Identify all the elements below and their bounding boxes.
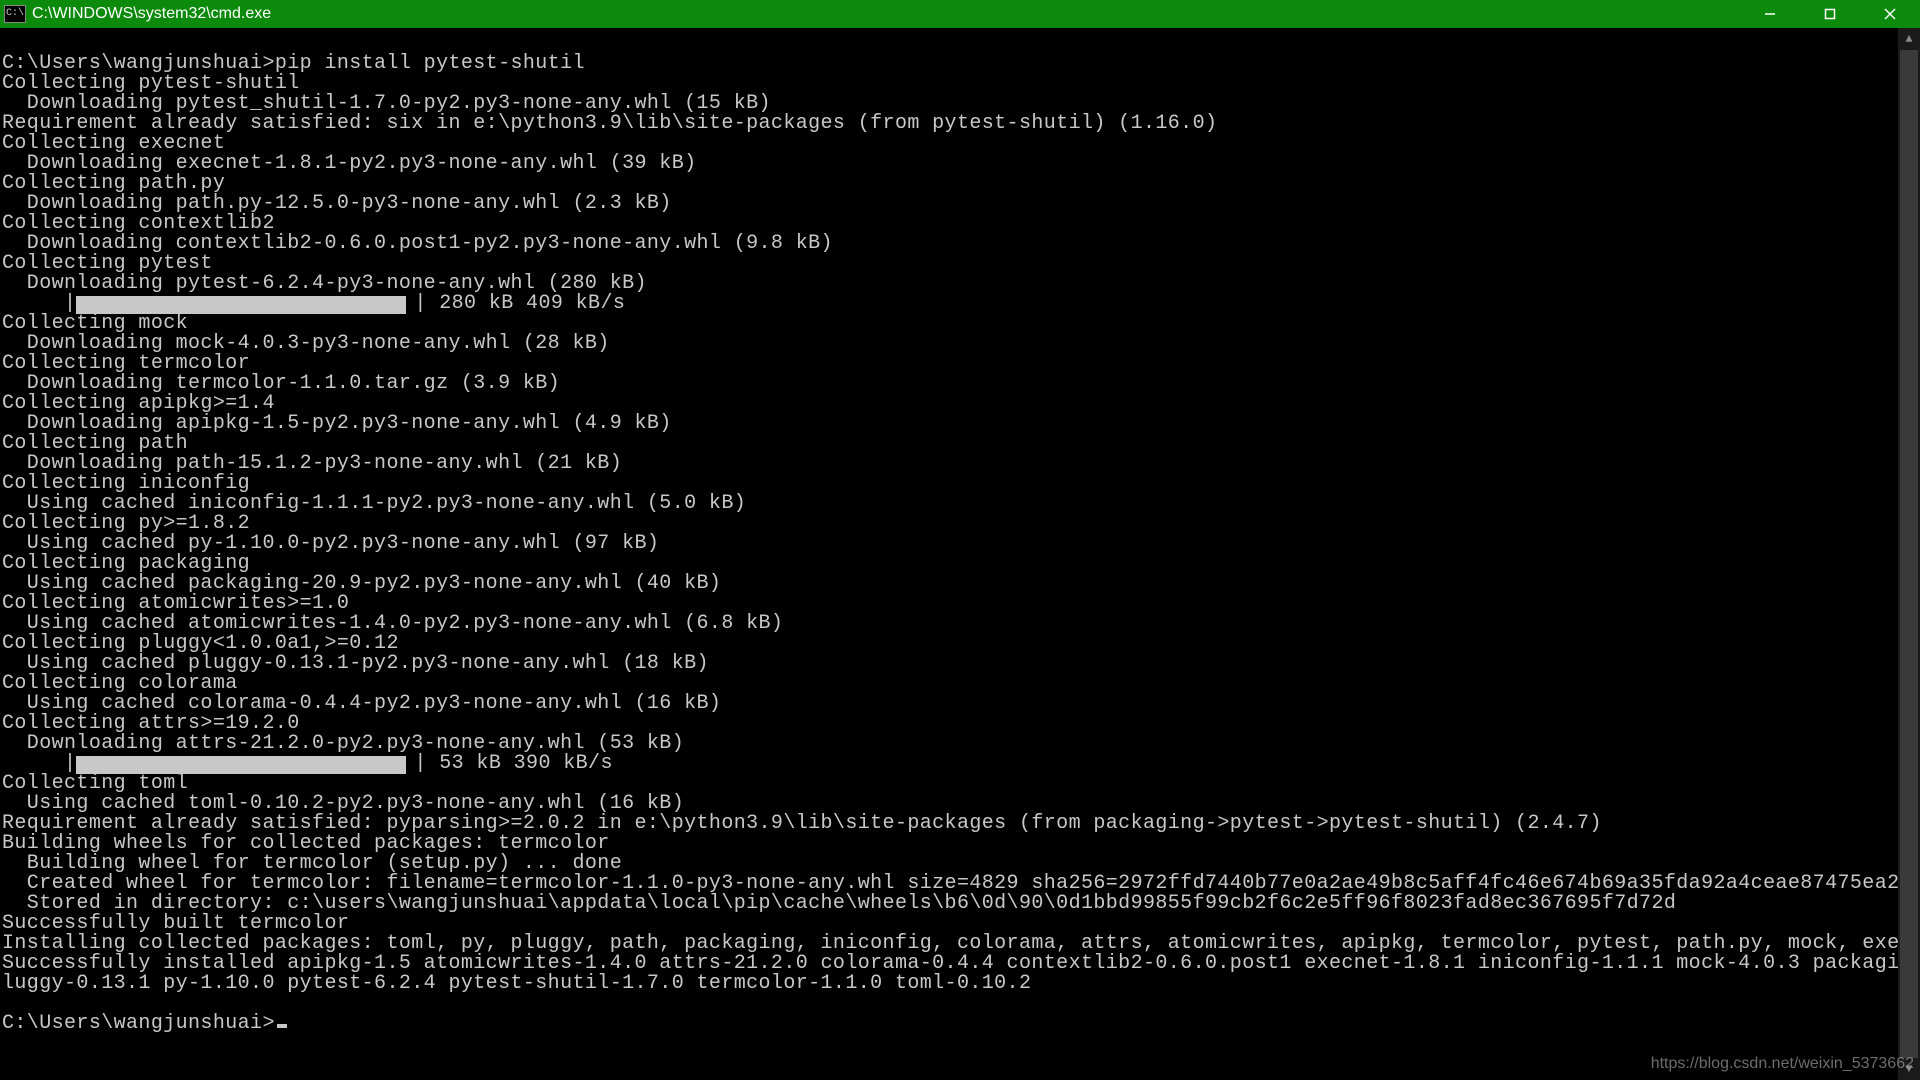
output-line: Using cached iniconfig-1.1.1-py2.py3-non… — [2, 494, 1918, 514]
app-icon: C:\ — [4, 5, 26, 23]
output-line: Collecting atomicwrites>=1.0 — [2, 594, 1918, 614]
output-line: Downloading execnet-1.8.1-py2.py3-none-a… — [2, 154, 1918, 174]
output-line: Downloading path-15.1.2-py3-none-any.whl… — [2, 454, 1918, 474]
output-line: Collecting termcolor — [2, 354, 1918, 374]
output-line: Collecting pytest-shutil — [2, 74, 1918, 94]
watermark-text: https://blog.csdn.net/weixin_5373662 — [1651, 1054, 1914, 1074]
output-line: Collecting py>=1.8.2 — [2, 514, 1918, 534]
output-line: Downloading contextlib2-0.6.0.post1-py2.… — [2, 234, 1918, 254]
output-line: Successfully built termcolor — [2, 914, 1918, 934]
prompt-line: C:\Users\wangjunshuai>pip install pytest… — [2, 54, 1918, 74]
output-line: Successfully installed apipkg-1.5 atomic… — [2, 954, 1918, 974]
close-button[interactable] — [1860, 0, 1920, 28]
scroll-track[interactable] — [1898, 50, 1920, 1058]
progress-bar-fill — [76, 296, 406, 314]
output-line: Collecting pytest — [2, 254, 1918, 274]
output-line: Using cached py-1.10.0-py2.py3-none-any.… — [2, 534, 1918, 554]
progress-prefix: | — [2, 294, 76, 314]
output-line: luggy-0.13.1 py-1.10.0 pytest-6.2.4 pyte… — [2, 974, 1918, 994]
blank-line — [2, 994, 1918, 1014]
vertical-scrollbar[interactable]: ▲ ▼ — [1898, 28, 1920, 1080]
output-line: Collecting toml — [2, 774, 1918, 794]
progress-bar-pytest: | | 280 kB 409 kB/s — [2, 294, 1918, 314]
output-line: Requirement already satisfied: pyparsing… — [2, 814, 1918, 834]
output-line: Created wheel for termcolor: filename=te… — [2, 874, 1918, 894]
output-line: Collecting iniconfig — [2, 474, 1918, 494]
window-title: C:\WINDOWS\system32\cmd.exe — [32, 4, 271, 24]
output-line: Using cached pluggy-0.13.1-py2.py3-none-… — [2, 654, 1918, 674]
output-line: Using cached colorama-0.4.4-py2.py3-none… — [2, 694, 1918, 714]
prompt-line[interactable]: C:\Users\wangjunshuai> — [2, 1014, 1918, 1034]
blank-line — [2, 34, 1918, 54]
output-line: Collecting mock — [2, 314, 1918, 334]
output-line: Collecting apipkg>=1.4 — [2, 394, 1918, 414]
output-line: Collecting path — [2, 434, 1918, 454]
output-line: Using cached packaging-20.9-py2.py3-none… — [2, 574, 1918, 594]
output-line: Collecting pluggy<1.0.0a1,>=0.12 — [2, 634, 1918, 654]
output-line: Collecting packaging — [2, 554, 1918, 574]
output-line: Collecting path.py — [2, 174, 1918, 194]
output-line: Collecting contextlib2 — [2, 214, 1918, 234]
output-line: Downloading pytest-6.2.4-py3-none-any.wh… — [2, 274, 1918, 294]
cursor — [277, 1024, 287, 1028]
output-line: Requirement already satisfied: six in e:… — [2, 114, 1918, 134]
progress-text: | 280 kB 409 kB/s — [414, 294, 625, 314]
output-line: Downloading mock-4.0.3-py3-none-any.whl … — [2, 334, 1918, 354]
progress-text: | 53 kB 390 kB/s — [414, 754, 612, 774]
cmd-window: C:\ C:\WINDOWS\system32\cmd.exe C:\Users… — [0, 0, 1920, 1080]
scroll-up-icon[interactable]: ▲ — [1898, 28, 1920, 50]
output-line: Collecting execnet — [2, 134, 1918, 154]
progress-prefix: | — [2, 754, 76, 774]
output-line: Stored in directory: c:\users\wangjunshu… — [2, 894, 1918, 914]
output-line: Building wheel for termcolor (setup.py) … — [2, 854, 1918, 874]
minimize-button[interactable] — [1740, 0, 1800, 28]
maximize-button[interactable] — [1800, 0, 1860, 28]
output-line: Downloading attrs-21.2.0-py2.py3-none-an… — [2, 734, 1918, 754]
terminal-output[interactable]: C:\Users\wangjunshuai>pip install pytest… — [0, 28, 1920, 1034]
output-line: Collecting attrs>=19.2.0 — [2, 714, 1918, 734]
output-line: Downloading termcolor-1.1.0.tar.gz (3.9 … — [2, 374, 1918, 394]
output-line: Using cached atomicwrites-1.4.0-py2.py3-… — [2, 614, 1918, 634]
output-line: Downloading pytest_shutil-1.7.0-py2.py3-… — [2, 94, 1918, 114]
progress-bar-attrs: | | 53 kB 390 kB/s — [2, 754, 1918, 774]
output-line: Installing collected packages: toml, py,… — [2, 934, 1918, 954]
scroll-thumb[interactable] — [1900, 50, 1918, 1058]
progress-bar-fill — [76, 756, 406, 774]
output-line: Downloading path.py-12.5.0-py3-none-any.… — [2, 194, 1918, 214]
titlebar[interactable]: C:\ C:\WINDOWS\system32\cmd.exe — [0, 0, 1920, 28]
output-line: Using cached toml-0.10.2-py2.py3-none-an… — [2, 794, 1918, 814]
output-line: Downloading apipkg-1.5-py2.py3-none-any.… — [2, 414, 1918, 434]
output-line: Collecting colorama — [2, 674, 1918, 694]
output-line: Building wheels for collected packages: … — [2, 834, 1918, 854]
